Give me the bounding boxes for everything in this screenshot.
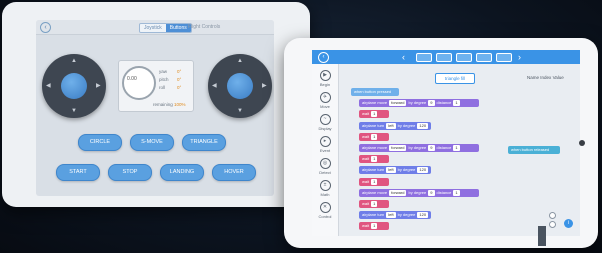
info-icon[interactable]: i xyxy=(564,219,573,228)
wait-block[interactable]: wait 1 xyxy=(359,177,389,186)
program-name-field[interactable]: triangle fill xyxy=(435,73,475,84)
arrow-left-icon: ◀ xyxy=(212,83,217,89)
arrow-right-icon: ▶ xyxy=(96,83,101,89)
flight-control-screen: ‹ Joystick Buttons Flight Controls ▲ ▼ ◀… xyxy=(36,20,274,196)
sidebar-item-control[interactable]: ✕ Control xyxy=(312,202,338,219)
command-block[interactable]: airplane move forward by degree 9 distance 1 xyxy=(359,99,479,108)
command-block[interactable]: airplane turn left by degree 120 xyxy=(359,211,431,220)
program-tab[interactable] xyxy=(416,53,432,62)
sidebar-item-begin[interactable]: ▶ Begin xyxy=(312,70,338,87)
arrow-down-icon: ▼ xyxy=(237,108,243,114)
start-button[interactable]: START xyxy=(56,164,100,181)
arrow-up-icon: ▲ xyxy=(71,58,77,64)
program-tab[interactable] xyxy=(476,53,492,62)
detect-icon: ◎ xyxy=(319,158,331,169)
hat-block[interactable]: when button pressed xyxy=(351,88,399,96)
program-tab[interactable] xyxy=(436,53,452,62)
arrow-up-icon: ▲ xyxy=(237,58,243,64)
variable-column: Index xyxy=(540,75,552,80)
mode-segmented-control[interactable]: Joystick Buttons xyxy=(139,23,192,33)
program-tab[interactable] xyxy=(456,53,472,62)
landing-button[interactable]: LANDING xyxy=(160,164,204,181)
segment-buttons[interactable]: Buttons xyxy=(165,24,191,32)
control-icon: ✕ xyxy=(319,202,331,213)
arrow-left-icon: ◀ xyxy=(46,83,51,89)
home-button[interactable] xyxy=(579,140,585,146)
hover-button[interactable]: HOVER xyxy=(212,164,256,181)
wait-block[interactable]: wait 1 xyxy=(359,155,389,164)
command-block[interactable]: airplane turn left by degree 120 xyxy=(359,121,431,130)
wait-block[interactable]: wait 1 xyxy=(359,200,389,208)
chevron-left-icon[interactable]: ‹ xyxy=(402,52,405,62)
command-block[interactable]: airplane move forward by degree 9 distance 1 xyxy=(359,144,479,152)
top-bar: ‹ ‹ › xyxy=(312,50,580,64)
block-category-sidebar: ▶ Begin ✈ Move ~ Display ▸ Event ◎ Detect ± Ma… xyxy=(312,64,339,236)
left-joystick[interactable]: ▲ ▼ ◀ ▶ xyxy=(42,54,106,118)
sidebar-item-math[interactable]: ± Math xyxy=(312,180,338,197)
segment-joystick[interactable]: Joystick xyxy=(140,24,166,32)
s-move-button[interactable]: S-MOVE xyxy=(130,134,174,151)
event-block[interactable]: when button released xyxy=(508,146,560,154)
left-tablet: ‹ Joystick Buttons Flight Controls ▲ ▼ ◀… xyxy=(2,2,310,207)
math-icon: ± xyxy=(319,180,331,191)
code-workspace[interactable]: triangle fill Name Index Value when butt… xyxy=(339,64,580,236)
back-icon[interactable]: ‹ xyxy=(40,22,51,33)
wait-block[interactable]: wait 1 xyxy=(359,110,389,119)
circle-button[interactable]: CIRCLE xyxy=(78,134,122,151)
dial-value: 0.00 xyxy=(127,76,137,82)
zoom-out-icon[interactable] xyxy=(549,221,556,228)
telemetry-row: pitch 0° xyxy=(159,77,182,82)
right-joystick[interactable]: ▲ ▼ ◀ ▶ xyxy=(208,54,272,118)
speed-dial xyxy=(122,66,156,100)
sidebar-item-detect[interactable]: ◎ Detect xyxy=(312,158,338,175)
command-block[interactable]: airplane turn left by degree 120 xyxy=(359,166,431,175)
arrow-down-icon: ▼ xyxy=(71,108,77,114)
sidebar-item-move[interactable]: ✈ Move xyxy=(312,92,338,109)
chevron-right-icon[interactable]: › xyxy=(518,52,521,62)
wait-block[interactable]: wait 1 xyxy=(359,132,389,141)
variable-column: Value xyxy=(552,75,564,80)
block-coding-screen: ‹ ‹ › ▶ Begin ✈ Move ~ Display ▸ Event ◎ Dete… xyxy=(312,50,580,236)
telemetry-panel: 0.00 yaw 0° pitch 0° roll 0° remaining 100% xyxy=(118,60,194,112)
battery-readout: remaining 100% xyxy=(153,102,186,107)
sidebar-item-event[interactable]: ▸ Event xyxy=(312,136,338,153)
arrow-right-icon: ▶ xyxy=(262,83,267,89)
program-tab[interactable] xyxy=(496,53,512,62)
back-icon[interactable]: ‹ xyxy=(318,52,329,63)
command-block[interactable]: airplane move forward by degree 9 distance 1 xyxy=(359,188,479,197)
move-icon: ✈ xyxy=(319,92,331,103)
joystick-knob[interactable] xyxy=(227,73,253,99)
joystick-knob[interactable] xyxy=(61,73,87,99)
top-bar: ‹ Joystick Buttons Flight Controls xyxy=(36,20,274,35)
zoom-in-icon[interactable] xyxy=(549,212,556,219)
telemetry-row: roll 0° xyxy=(159,85,182,90)
stop-button[interactable]: STOP xyxy=(108,164,152,181)
play-icon: ▶ xyxy=(319,70,331,81)
right-tablet: ‹ ‹ › ▶ Begin ✈ Move ~ Display ▸ Event ◎ Dete… xyxy=(284,38,598,248)
variable-table-header: Name Index Value xyxy=(527,75,564,80)
wait-block[interactable]: wait 1 xyxy=(359,222,389,231)
event-icon: ▸ xyxy=(319,136,331,147)
variable-column: Name xyxy=(527,75,540,80)
sidebar-item-display[interactable]: ~ Display xyxy=(312,114,338,131)
screen-title: Flight Controls xyxy=(188,24,221,30)
display-icon: ~ xyxy=(319,114,331,125)
telemetry-row: yaw 0° xyxy=(159,69,182,74)
drawer-handle[interactable] xyxy=(538,226,546,246)
triangle-button[interactable]: TRIANGLE xyxy=(182,134,226,151)
